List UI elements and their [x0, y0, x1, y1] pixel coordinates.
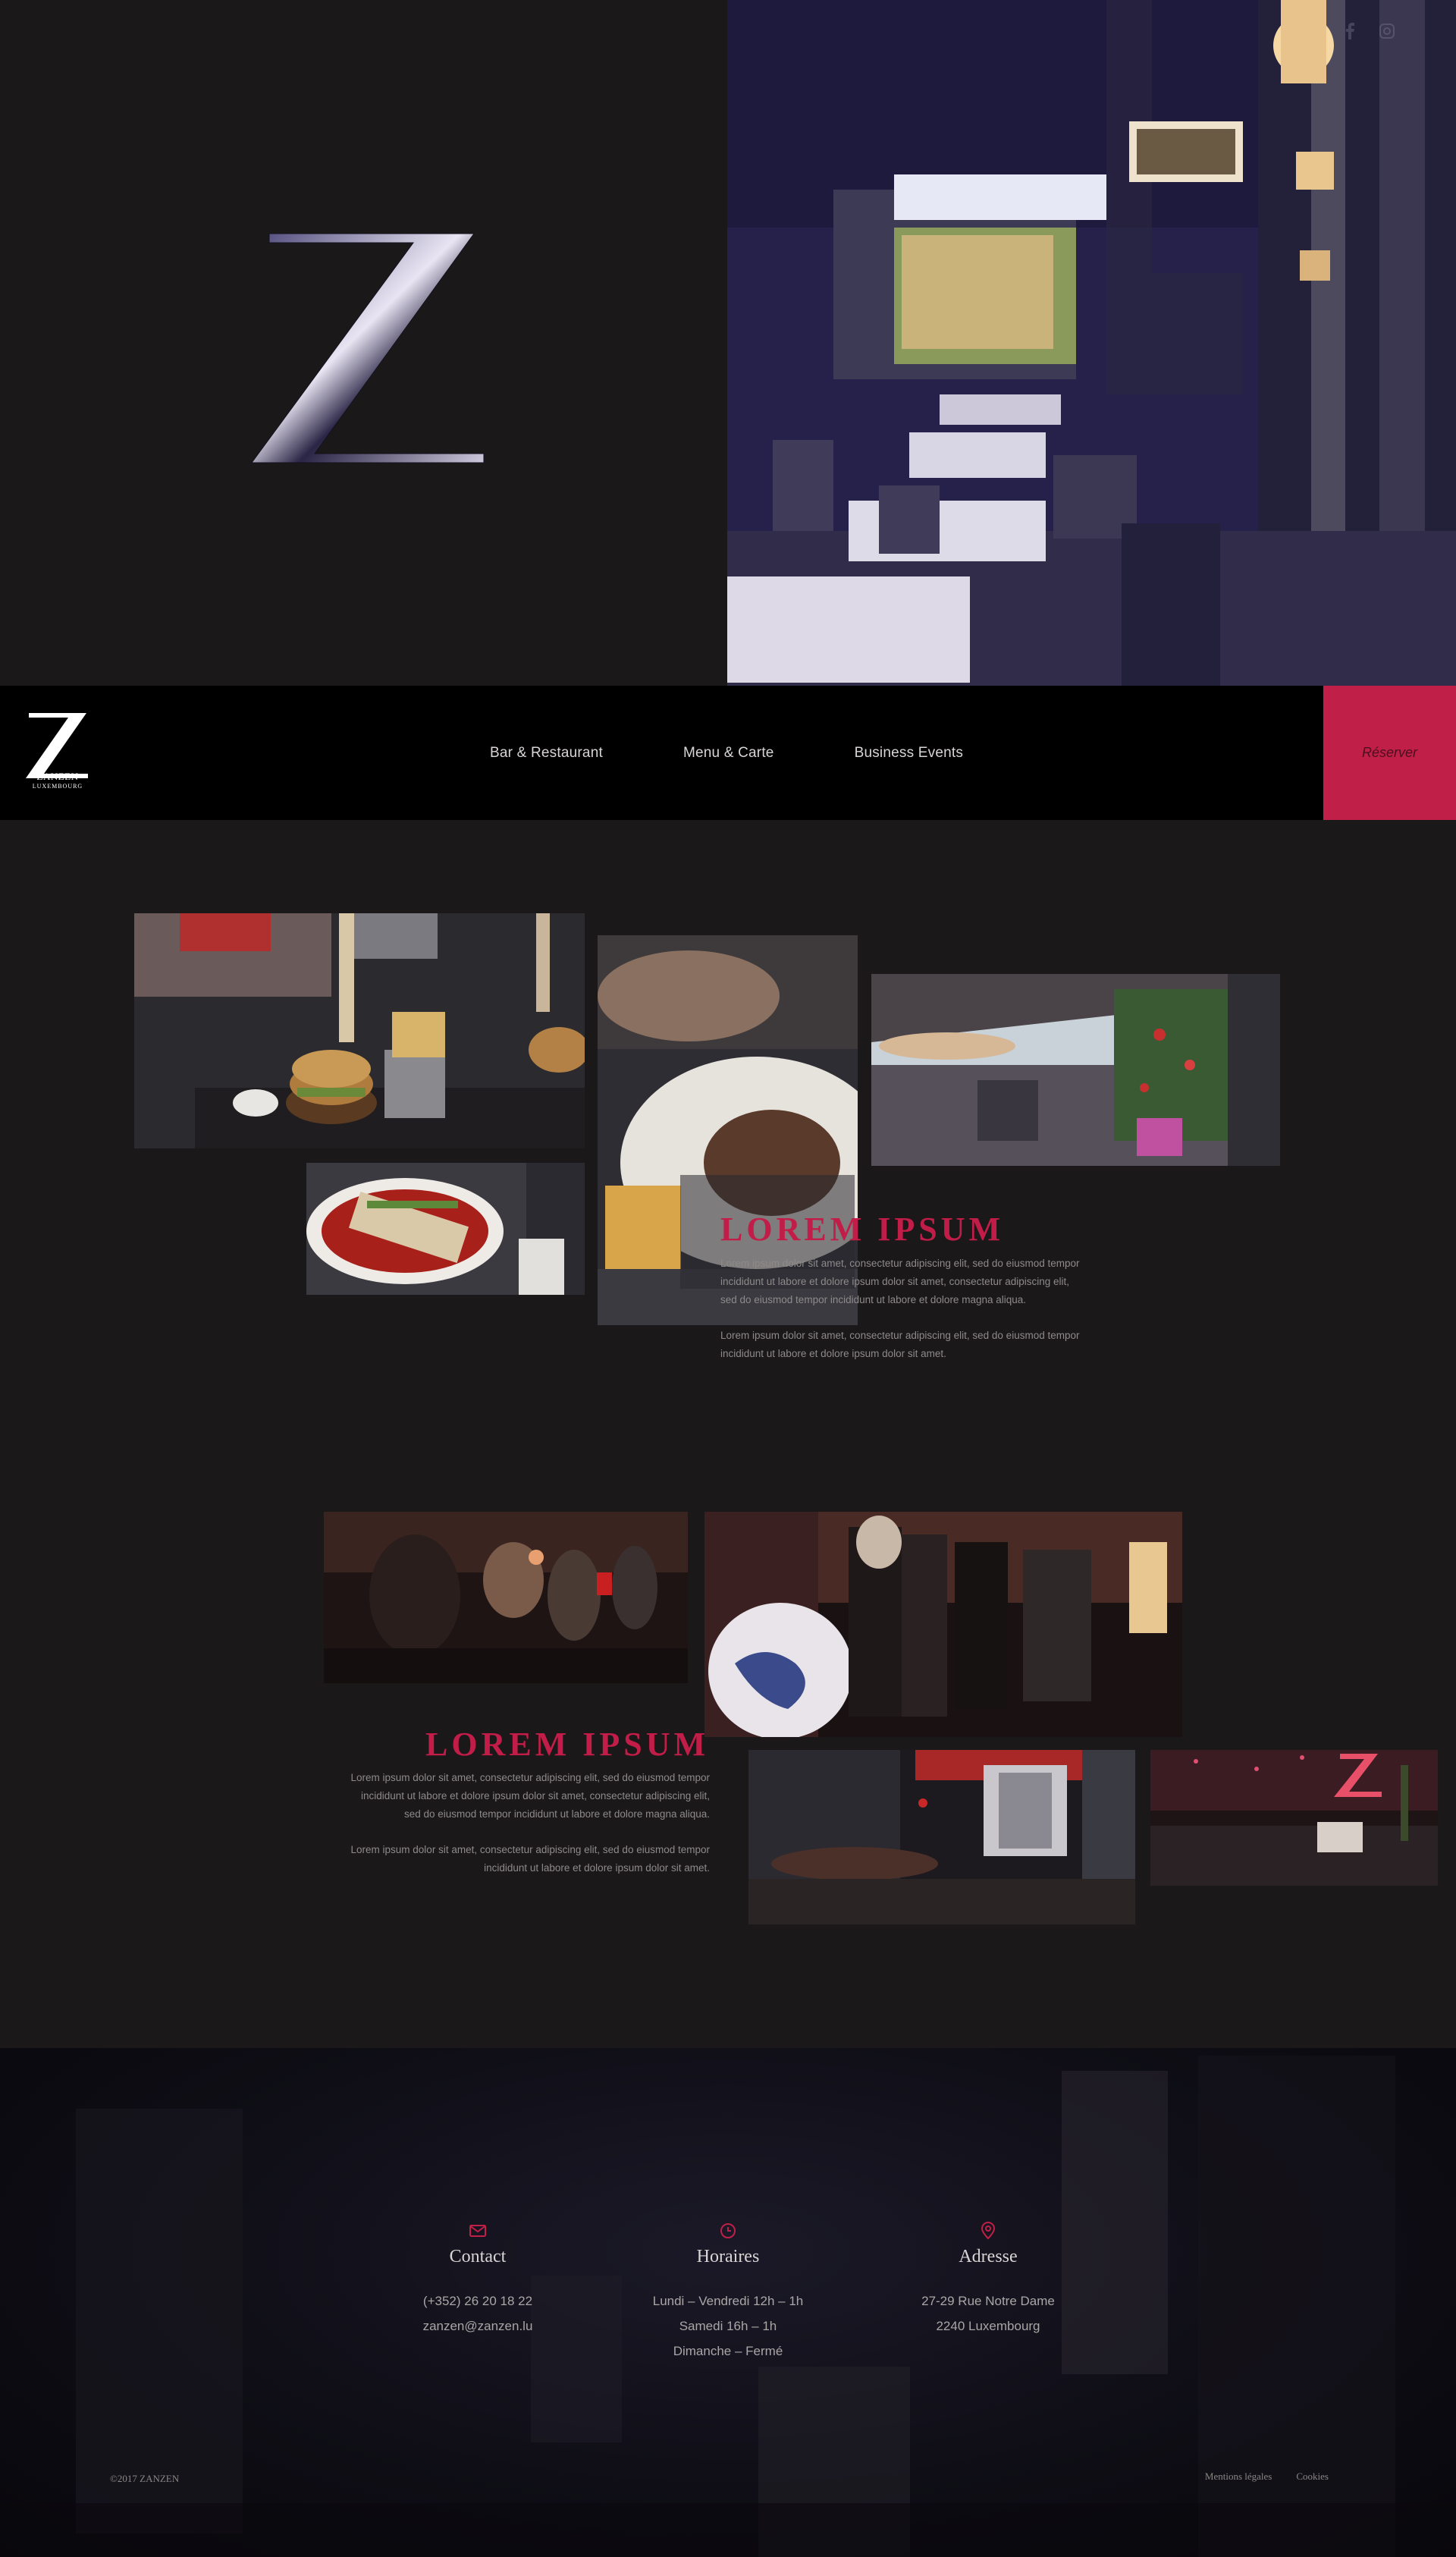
- brand-name: ZANZEN: [36, 771, 79, 782]
- nav-logo[interactable]: ZANZEN LUXEMBOURG: [23, 708, 93, 796]
- nav-item-bar-restaurant[interactable]: Bar & Restaurant: [490, 745, 603, 762]
- nav-item-menu-carte[interactable]: Menu & Carte: [683, 745, 774, 762]
- contact-email[interactable]: zanzen@zanzen.lu: [364, 2314, 592, 2339]
- nav-links: Bar & Restaurant Menu & Carte Business E…: [490, 686, 963, 820]
- hero-restaurant-photo: [727, 0, 1456, 686]
- address-line: 27-29 Rue Notre Dame: [921, 2294, 1055, 2308]
- nav-item-business-events[interactable]: Business Events: [855, 745, 963, 762]
- hero: [0, 0, 1456, 686]
- address-title: Adresse: [959, 2247, 1018, 2266]
- section1-paragraph: Lorem ipsum dolor sit amet, consectetur …: [720, 1258, 1080, 1305]
- footer-contact: Contact (+352) 26 20 18 22 zanzen@zanzen…: [364, 2221, 592, 2339]
- footer: Contact (+352) 26 20 18 22 zanzen@zanzen…: [0, 2048, 1456, 2557]
- hours-line: Samedi 16h – 1h: [679, 2319, 777, 2333]
- photo-bar-interior: [748, 1750, 1135, 1924]
- social-icons: [1342, 23, 1395, 39]
- section1-body: Lorem ipsum dolor sit amet, consectetur …: [720, 1255, 1081, 1363]
- copyright: ©2017 ZANZEN: [110, 2473, 180, 2484]
- contact-phone[interactable]: (+352) 26 20 18 22: [364, 2288, 592, 2314]
- photo-bar-vase: [704, 1512, 1182, 1737]
- photo-burger: [134, 913, 585, 1148]
- hours-line: Dimanche – Fermé: [673, 2344, 783, 2358]
- brand-subtitle: LUXEMBOURG: [32, 783, 83, 790]
- hero-logo-panel: [0, 0, 727, 686]
- hours-line: Lundi – Vendredi 12h – 1h: [652, 2294, 804, 2308]
- mail-icon: [469, 2225, 486, 2237]
- hero-z-logo: [251, 233, 485, 463]
- section1-paragraph: Lorem ipsum dolor sit amet, consectetur …: [720, 1330, 1080, 1359]
- address-line: 2240 Luxembourg: [936, 2319, 1040, 2333]
- legal-links: Mentions légales Cookies: [1205, 2471, 1329, 2483]
- section2-title: LOREM IPSUM: [425, 1726, 709, 1763]
- legal-link-cookies[interactable]: Cookies: [1296, 2471, 1329, 2483]
- photo-tacos: [306, 1163, 585, 1295]
- instagram-icon[interactable]: [1379, 23, 1395, 39]
- clock-icon: [720, 2223, 736, 2238]
- reserve-button[interactable]: Réserver: [1323, 686, 1456, 820]
- section-food: LOREM IPSUM Lorem ipsum dolor sit amet, …: [0, 820, 1456, 1427]
- map-pin-icon: [981, 2222, 996, 2240]
- photo-bar-crowd: [324, 1512, 688, 1683]
- contact-title: Contact: [449, 2247, 507, 2266]
- section-bar: LOREM IPSUM Lorem ipsum dolor sit amet, …: [0, 1427, 1456, 2048]
- section1-title: LOREM IPSUM: [720, 1211, 1004, 1248]
- main-nav: ZANZEN LUXEMBOURG Bar & Restaurant Menu …: [0, 686, 1456, 820]
- legal-link-mentions[interactable]: Mentions légales: [1205, 2471, 1272, 2483]
- footer-hours: Horaires Lundi – Vendredi 12h – 1h Samed…: [614, 2221, 842, 2364]
- section2-body: Lorem ipsum dolor sit amet, consectetur …: [349, 1769, 710, 1877]
- facebook-icon[interactable]: [1342, 23, 1359, 39]
- footer-address: Adresse 27-29 Rue Notre Dame 2240 Luxemb…: [874, 2221, 1102, 2339]
- photo-terrace: [871, 974, 1280, 1166]
- hours-title: Horaires: [696, 2247, 760, 2266]
- photo-bar-lounge: [1150, 1750, 1438, 1886]
- section2-paragraph: Lorem ipsum dolor sit amet, consectetur …: [350, 1772, 710, 1820]
- section2-paragraph: Lorem ipsum dolor sit amet, consectetur …: [350, 1844, 710, 1874]
